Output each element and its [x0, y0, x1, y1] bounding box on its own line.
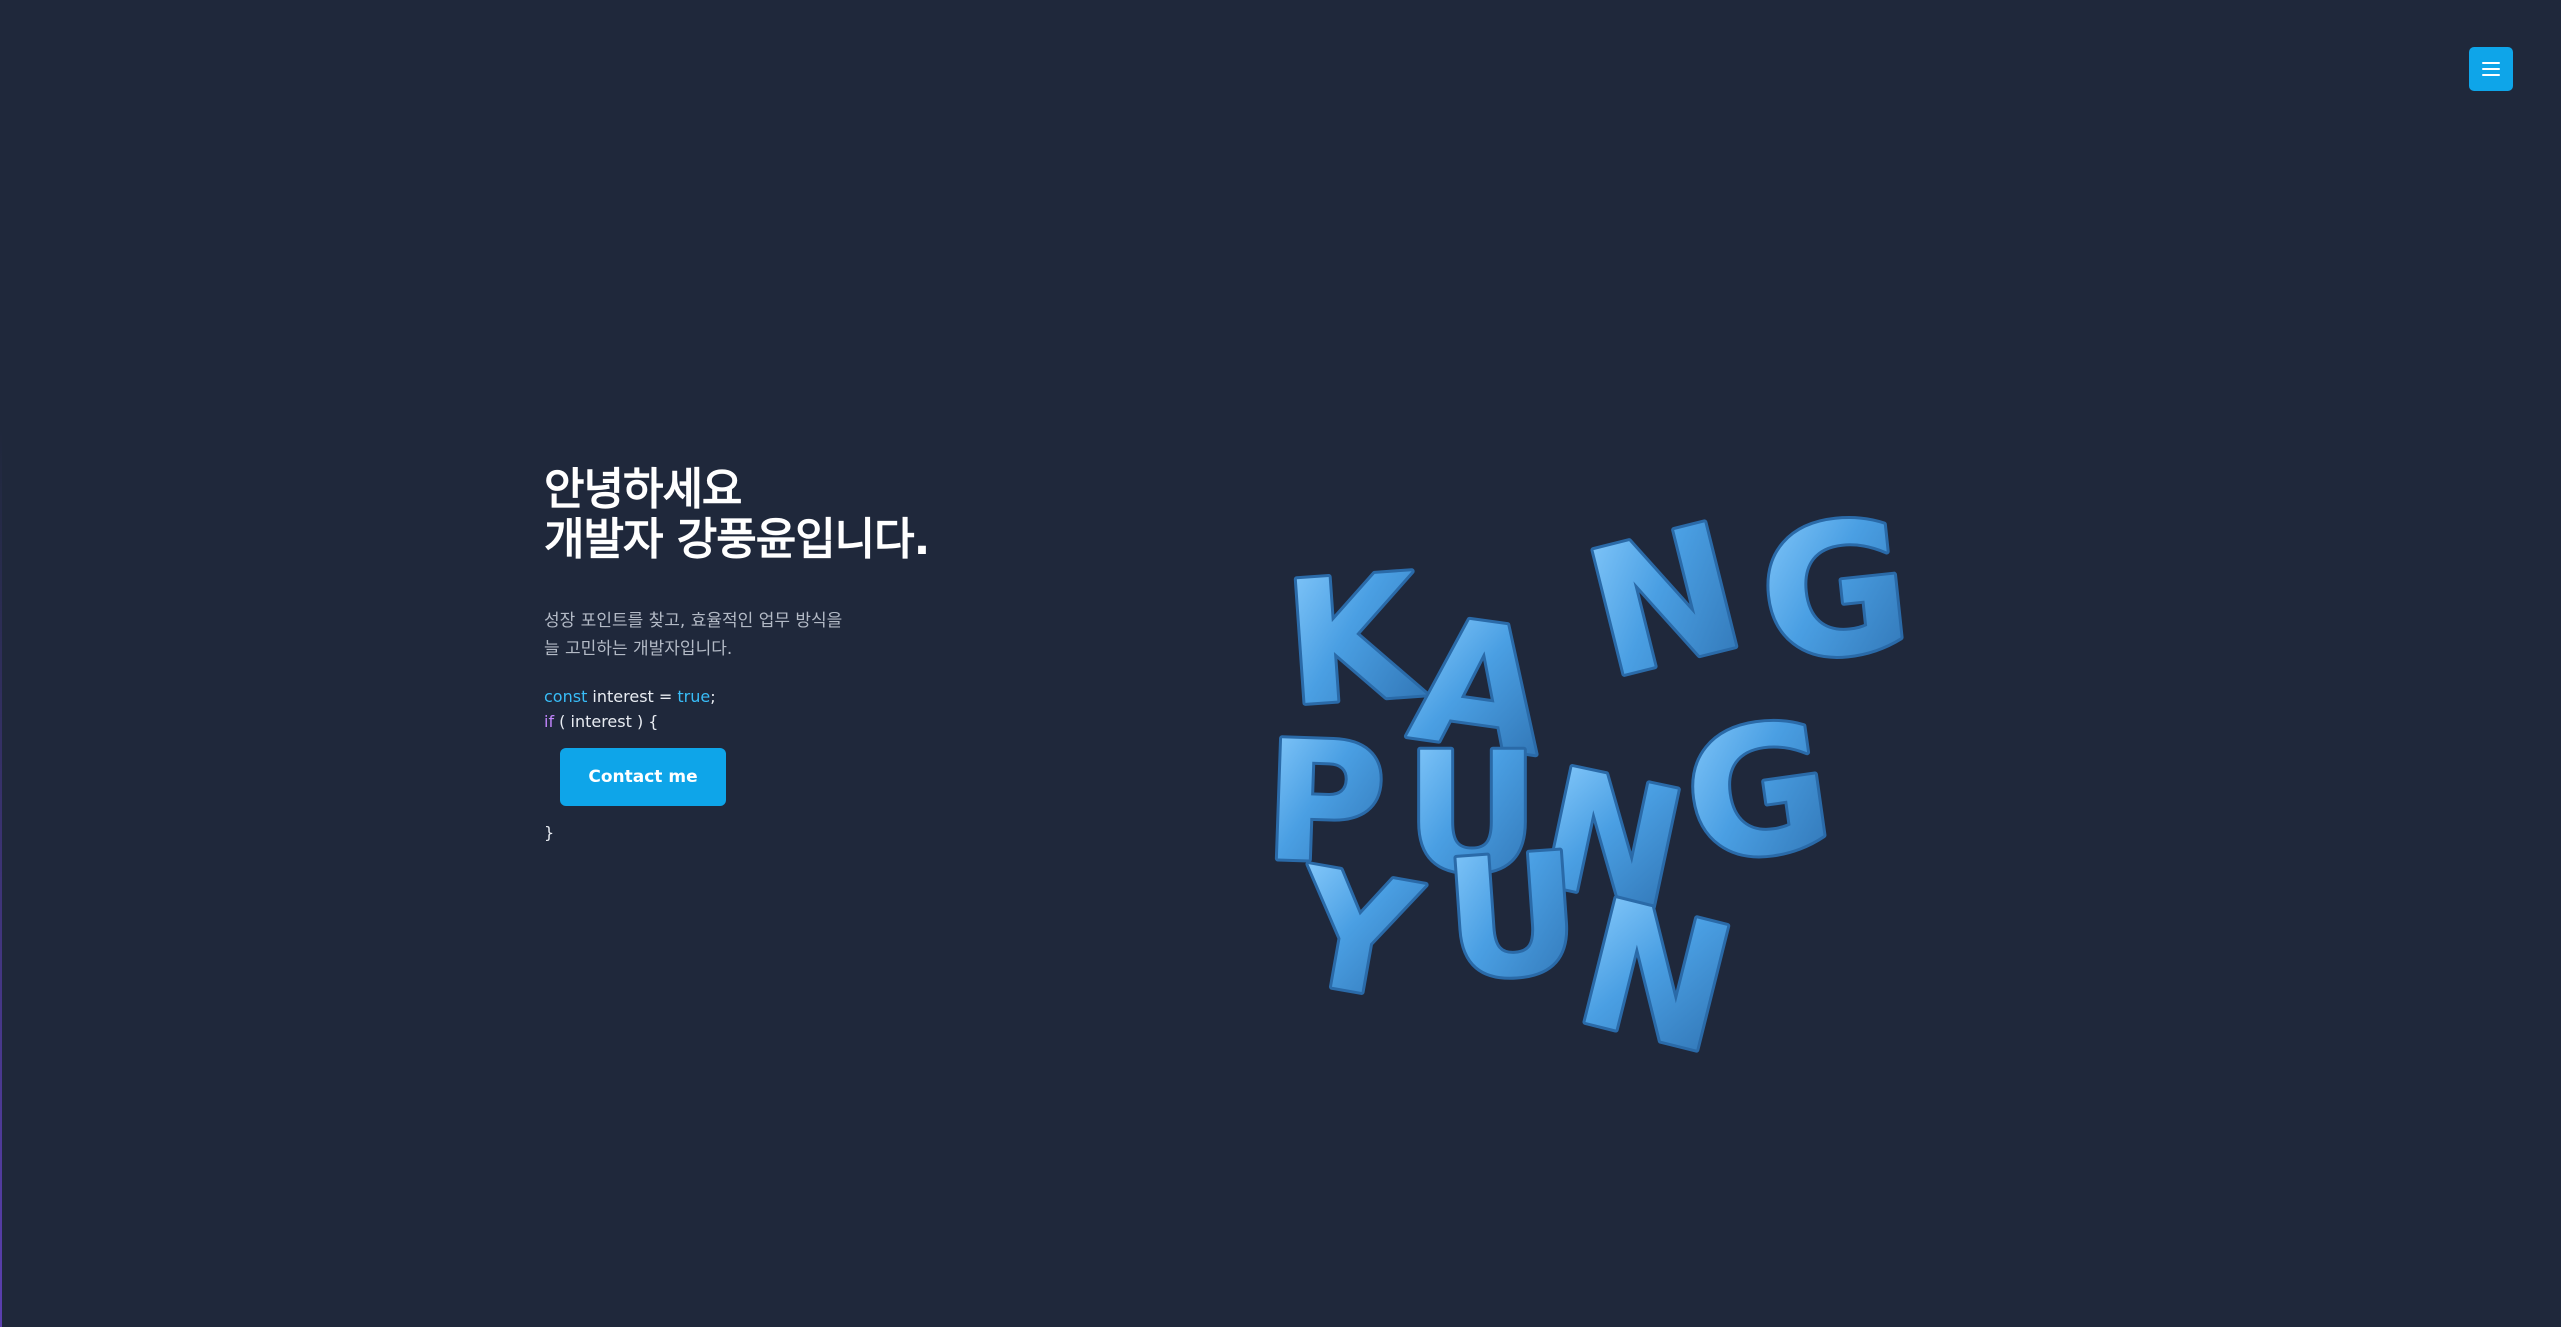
if-keyword: if — [544, 712, 555, 731]
hero-title-line2: 개발자 강풍윤입니다. — [544, 514, 930, 565]
hero-section: 안녕하세요 개발자 강풍윤입니다. 성장 포인트를 찾고, 효율적인 업무 방식… — [544, 465, 1244, 845]
true-keyword: true — [677, 687, 711, 706]
code-line-const: const interest = true; — [544, 684, 1244, 709]
hero-intro-line2: 늘 고민하는 개발자입니다. — [544, 639, 733, 659]
balloon-letter-g: G — [1673, 683, 1843, 904]
left-edge-accent — [0, 430, 2, 1327]
hamburger-menu-icon-bar — [2482, 68, 2500, 70]
hamburger-menu-icon-bar — [2482, 74, 2500, 76]
hero-intro-line1: 성장 포인트를 찾고, 효율적인 업무 방식을 — [544, 611, 843, 631]
balloon-letter-g: G — [1751, 481, 1920, 704]
if-condition: ( interest ) { — [554, 712, 659, 731]
const-keyword: const — [544, 687, 588, 706]
kang-pung-yun-balloon-letters: KA NGP UNGY UN — [1258, 478, 1922, 1098]
hero-title-line1: 안녕하세요 — [544, 464, 742, 515]
balloon-letter-u: U — [1439, 817, 1586, 1018]
hero-title: 안녕하세요 개발자 강풍윤입니다. — [544, 465, 1244, 565]
contact-me-button[interactable]: Contact me — [560, 748, 726, 806]
code-snippet: const interest = true; if ( interest ) {… — [544, 684, 1244, 845]
menu-button[interactable] — [2469, 47, 2513, 91]
semicolon: ; — [710, 687, 716, 706]
var-declaration: interest = — [587, 687, 678, 706]
balloon-letter-n: N — [1570, 486, 1761, 718]
code-line-closing: } — [544, 823, 555, 842]
hamburger-menu-icon — [2482, 62, 2500, 64]
hero-intro: 성장 포인트를 찾고, 효율적인 업무 방식을 늘 고민하는 개발자입니다. — [544, 607, 1244, 663]
code-line-if: if ( interest ) { — [544, 709, 1244, 734]
